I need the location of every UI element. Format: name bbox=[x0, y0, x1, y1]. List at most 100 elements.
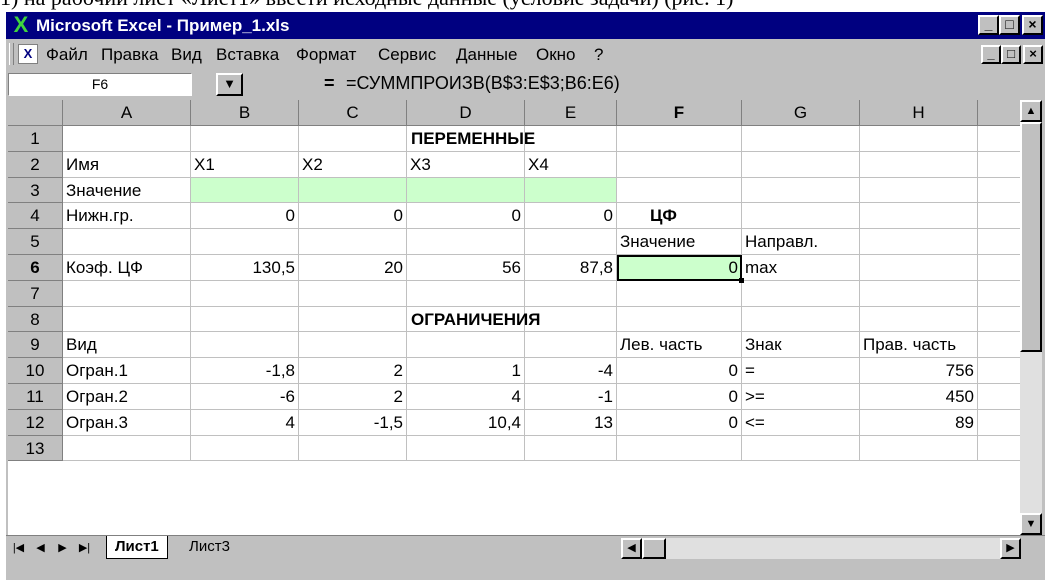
cell-e11[interactable]: -1 bbox=[525, 384, 617, 410]
cell-f2[interactable] bbox=[617, 151, 742, 178]
cell-e3[interactable] bbox=[525, 177, 617, 204]
cell-b10[interactable]: -1,8 bbox=[191, 358, 299, 384]
cell-partial-13[interactable] bbox=[978, 436, 1020, 462]
cell-f6[interactable]: 0 bbox=[617, 255, 742, 281]
cell-b2[interactable]: X1 bbox=[191, 151, 299, 178]
row-header-10[interactable]: 10 bbox=[8, 358, 63, 384]
menu-format[interactable]: Формат bbox=[296, 45, 356, 65]
vertical-scroll-thumb[interactable] bbox=[1020, 122, 1042, 352]
row-header-2[interactable]: 2 bbox=[8, 151, 63, 178]
cell-a6[interactable]: Коэф. ЦФ bbox=[63, 255, 191, 281]
row-header-5[interactable]: 5 bbox=[8, 229, 63, 255]
row-header-1[interactable]: 1 bbox=[8, 126, 63, 152]
sheet-tab-list1[interactable]: Лист1 bbox=[106, 536, 168, 559]
cell-c13[interactable] bbox=[299, 435, 407, 462]
column-header-g[interactable]: G bbox=[742, 100, 860, 126]
cell-a9[interactable]: Вид bbox=[63, 332, 191, 359]
maximize-button[interactable]: □ bbox=[999, 15, 1020, 35]
cell-b8[interactable] bbox=[191, 306, 299, 333]
cell-b3[interactable] bbox=[191, 177, 299, 204]
horizontal-scrollbar[interactable]: ◀ ▶ bbox=[621, 538, 1021, 559]
cell-f5[interactable]: Значение bbox=[617, 229, 742, 255]
cell-d9[interactable] bbox=[407, 332, 525, 359]
cell-a10[interactable]: Огран.1 bbox=[63, 358, 191, 384]
column-header-e[interactable]: E bbox=[525, 100, 617, 126]
cell-g2[interactable] bbox=[742, 151, 860, 178]
cell-partial-5[interactable] bbox=[978, 229, 1020, 255]
name-box[interactable]: F6 bbox=[8, 73, 192, 96]
scroll-left-button[interactable]: ◀ bbox=[621, 538, 642, 559]
cell-e5[interactable] bbox=[525, 229, 617, 255]
menu-insert[interactable]: Вставка bbox=[216, 45, 279, 65]
cell-h9[interactable]: Прав. часть bbox=[860, 332, 978, 359]
cell-h5[interactable] bbox=[860, 229, 978, 255]
cell-b11[interactable]: -6 bbox=[191, 384, 299, 410]
cell-h3[interactable] bbox=[860, 177, 978, 204]
cell-e10[interactable]: -4 bbox=[525, 358, 617, 384]
cell-b6[interactable]: 130,5 bbox=[191, 255, 299, 281]
cell-e6[interactable]: 87,8 bbox=[525, 255, 617, 281]
cell-g10[interactable]: = bbox=[742, 358, 860, 384]
vertical-scrollbar[interactable]: ▲ ▼ bbox=[1020, 100, 1042, 535]
cell-d3[interactable] bbox=[407, 177, 525, 204]
cell-c9[interactable] bbox=[299, 332, 407, 359]
cell-b12[interactable]: 4 bbox=[191, 409, 299, 436]
menu-view[interactable]: Вид bbox=[171, 45, 202, 65]
cell-h7[interactable] bbox=[860, 280, 978, 307]
menu-help[interactable]: ? bbox=[594, 45, 603, 65]
cell-h4[interactable] bbox=[860, 203, 978, 230]
close-button[interactable]: × bbox=[1022, 15, 1043, 35]
cell-d7[interactable] bbox=[407, 280, 525, 307]
column-header-a[interactable]: A bbox=[63, 100, 191, 126]
cell-partial-12[interactable] bbox=[978, 410, 1020, 436]
cell-a7[interactable] bbox=[63, 280, 191, 307]
horizontal-scroll-thumb[interactable] bbox=[642, 538, 666, 559]
scroll-right-button[interactable]: ▶ bbox=[1000, 538, 1021, 559]
cell-c6[interactable]: 20 bbox=[299, 255, 407, 281]
cell-e1[interactable] bbox=[525, 126, 617, 152]
cell-g12[interactable]: <= bbox=[742, 409, 860, 436]
cell-a8[interactable] bbox=[63, 306, 191, 333]
cell-partial-2[interactable] bbox=[978, 152, 1020, 178]
next-sheet-button[interactable]: ▶ bbox=[52, 538, 73, 558]
row-header-13[interactable]: 13 bbox=[8, 435, 63, 462]
cell-a1[interactable] bbox=[63, 126, 191, 152]
menu-grip[interactable] bbox=[9, 43, 14, 65]
cell-a12[interactable]: Огран.3 bbox=[63, 409, 191, 436]
cell-partial-6[interactable] bbox=[978, 255, 1020, 281]
cell-partial-3[interactable] bbox=[978, 178, 1020, 204]
cell-c12[interactable]: -1,5 bbox=[299, 409, 407, 436]
row-header-4[interactable]: 4 bbox=[8, 203, 63, 230]
cell-g4[interactable] bbox=[742, 203, 860, 230]
cell-c2[interactable]: X2 bbox=[299, 151, 407, 178]
cell-f11[interactable]: 0 bbox=[617, 384, 742, 410]
cell-c3[interactable] bbox=[299, 177, 407, 204]
row-header-8[interactable]: 8 bbox=[8, 306, 63, 333]
scroll-down-button[interactable]: ▼ bbox=[1020, 513, 1042, 535]
cell-d2[interactable]: X3 bbox=[407, 151, 525, 178]
column-header-b[interactable]: B bbox=[191, 100, 299, 126]
cell-g5[interactable]: Направл. bbox=[742, 229, 860, 255]
cell-g6[interactable]: max bbox=[742, 255, 860, 281]
menu-window[interactable]: Окно bbox=[536, 45, 576, 65]
cell-partial-11[interactable] bbox=[978, 384, 1020, 410]
fill-handle[interactable] bbox=[739, 277, 744, 283]
excel-app-icon[interactable]: X bbox=[10, 14, 32, 36]
cell-e12[interactable]: 13 bbox=[525, 409, 617, 436]
cell-h1[interactable] bbox=[860, 126, 978, 152]
cell-partial-7[interactable] bbox=[978, 281, 1020, 307]
cell-a3[interactable]: Значение bbox=[63, 177, 191, 204]
cell-g8[interactable] bbox=[742, 306, 860, 333]
cell-e2[interactable]: X4 bbox=[525, 151, 617, 178]
cell-b9[interactable] bbox=[191, 332, 299, 359]
column-header-f[interactable]: F bbox=[617, 100, 742, 126]
formula-input[interactable]: =СУММПРОИЗВ(B$3:E$3;B6:E6) bbox=[346, 73, 620, 94]
cell-h11[interactable]: 450 bbox=[860, 384, 978, 410]
cell-d10[interactable]: 1 bbox=[407, 358, 525, 384]
cell-g7[interactable] bbox=[742, 280, 860, 307]
select-all-corner[interactable] bbox=[8, 100, 63, 126]
scroll-up-button[interactable]: ▲ bbox=[1020, 100, 1042, 122]
cell-a4[interactable]: Нижн.гр. bbox=[63, 203, 191, 230]
cell-partial-8[interactable] bbox=[978, 307, 1020, 333]
cell-c1[interactable] bbox=[299, 126, 407, 152]
